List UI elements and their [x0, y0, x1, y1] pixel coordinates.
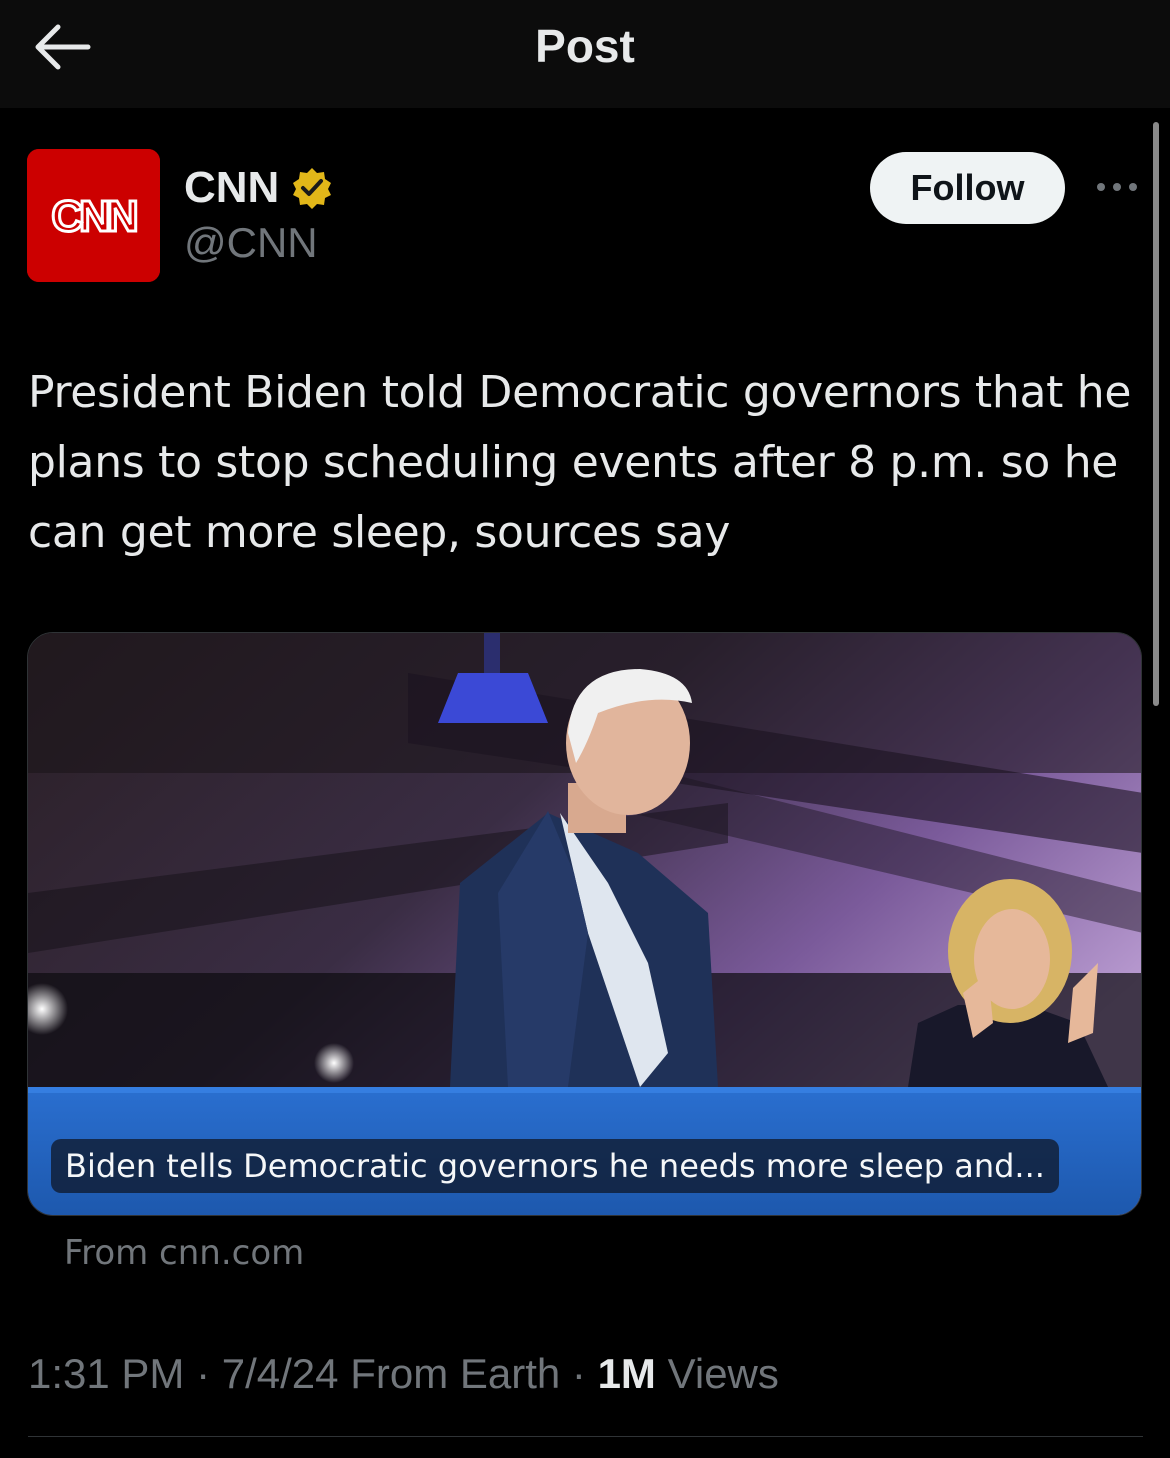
page-title: Post: [535, 20, 635, 72]
author-handle[interactable]: @CNN: [184, 218, 318, 268]
author-name[interactable]: CNN: [184, 163, 279, 213]
meta-separator: ·: [184, 1350, 222, 1397]
cnn-logo: CNN: [27, 149, 160, 282]
card-source[interactable]: From cnn.com: [64, 1230, 304, 1276]
views-count[interactable]: 1M: [598, 1350, 656, 1397]
meta-separator: ·: [560, 1350, 598, 1397]
avatar[interactable]: CNN: [27, 149, 160, 282]
tweet-text: President Biden told Democratic governor…: [28, 367, 1132, 558]
article-photo: [28, 633, 1141, 1215]
follow-button[interactable]: Follow: [870, 152, 1065, 224]
link-card[interactable]: Biden tells Democratic governors he need…: [27, 632, 1142, 1216]
tweet-date[interactable]: 7/4/24: [222, 1350, 339, 1397]
more-horizontal-icon[interactable]: [1094, 174, 1140, 200]
verified-badge-icon: [293, 168, 331, 209]
views-label[interactable]: Views: [668, 1350, 779, 1397]
scrollbar[interactable]: [1153, 122, 1159, 706]
tweet-time[interactable]: 1:31 PM: [28, 1350, 184, 1397]
tweet-meta: 1:31 PM · 7/4/24 From Earth · 1M Views: [28, 1348, 779, 1400]
tweet-location: From Earth: [350, 1350, 561, 1397]
top-bar: Post: [0, 0, 1170, 108]
svg-text:CNN: CNN: [51, 192, 136, 241]
card-headline: Biden tells Democratic governors he need…: [51, 1139, 1059, 1193]
divider: [28, 1436, 1143, 1437]
